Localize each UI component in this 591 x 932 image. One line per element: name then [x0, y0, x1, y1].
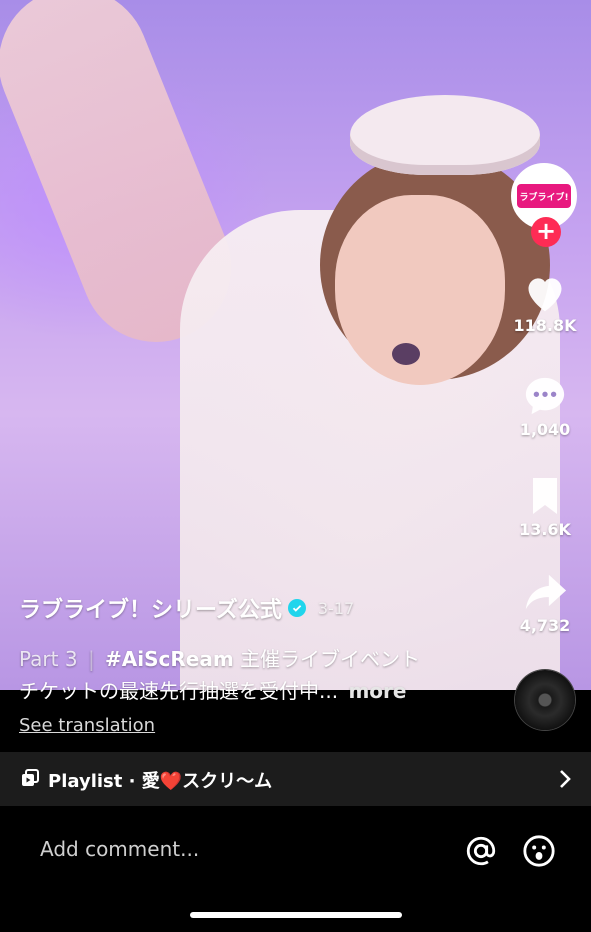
- avatar-logo: ラブライブ!: [517, 184, 571, 208]
- bookmark-count: 13.6K: [519, 520, 571, 539]
- heart-icon: [528, 278, 562, 312]
- description-line-1: Part 3 | #AiScReam 主催ライブイベント: [19, 643, 489, 672]
- description-line2-text: チケットの最速先行抽選を受付中...: [19, 679, 339, 703]
- author-row: ラブライブ！シリーズ公式 3-17: [19, 592, 489, 624]
- more-link[interactable]: more: [348, 679, 406, 703]
- description-part: Part 3: [19, 647, 78, 671]
- description-line-2: チケットの最速先行抽選を受付中... more: [19, 675, 489, 704]
- description-separator: |: [87, 647, 95, 671]
- emoji-icon[interactable]: [522, 834, 556, 868]
- bookmark-icon: [533, 478, 557, 514]
- video-frame-face: [335, 195, 505, 385]
- verified-badge-icon: [287, 599, 306, 617]
- like-button[interactable]: 118.8K: [512, 272, 578, 335]
- comment-count: 1,040: [519, 420, 571, 439]
- see-translation-link[interactable]: See translation: [19, 715, 155, 736]
- comment-button[interactable]: 1,040: [512, 374, 578, 439]
- comment-input[interactable]: [38, 836, 422, 862]
- hashtag-link[interactable]: #AiScReam: [105, 647, 234, 671]
- comment-bubble-icon: [525, 377, 565, 415]
- video-player[interactable]: [0, 0, 591, 690]
- music-disc-icon[interactable]: [515, 670, 575, 730]
- bookmark-button[interactable]: 13.6K: [512, 474, 578, 539]
- share-arrow-icon: [525, 574, 567, 610]
- share-button[interactable]: 4,732: [512, 570, 578, 635]
- share-count: 4,732: [519, 616, 571, 635]
- description-line1-rest: 主催ライブイベント: [240, 647, 421, 671]
- like-count: 118.8K: [513, 316, 577, 335]
- playlist-bar[interactable]: Playlist · 愛❤️スクリ～ム: [0, 752, 591, 806]
- video-frame-hat: [350, 95, 540, 175]
- author-name[interactable]: ラブライブ！シリーズ公式: [19, 592, 282, 624]
- post-date: 3-17: [317, 598, 355, 618]
- mention-at-icon[interactable]: [464, 834, 498, 868]
- home-indicator: [190, 912, 402, 918]
- playlist-icon: [22, 769, 39, 786]
- playlist-label: Playlist · 愛❤️スクリ～ム: [48, 771, 273, 792]
- follow-button[interactable]: +: [531, 217, 561, 247]
- chevron-right-icon: [560, 770, 571, 788]
- video-frame-mic: [392, 343, 420, 365]
